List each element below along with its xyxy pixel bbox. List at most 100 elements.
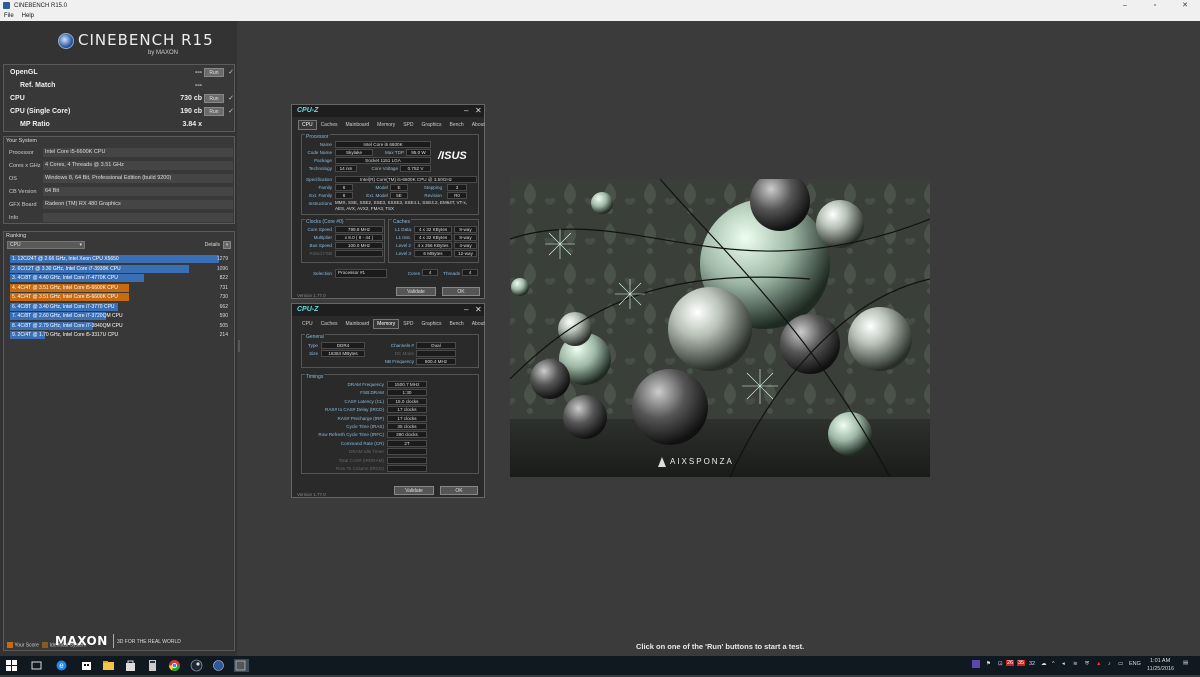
tray-flag-icon[interactable]: ⚑ (986, 661, 991, 667)
tab-caches[interactable]: Caches (317, 319, 342, 329)
field-value: 8-way (454, 234, 477, 241)
ranking-score: 505 (219, 322, 228, 329)
steam-icon[interactable] (190, 659, 203, 672)
field-value (335, 250, 383, 257)
tray-badge-1[interactable]: 26 (1006, 660, 1015, 666)
tab-memory[interactable]: Memory (373, 120, 399, 130)
tab-mainboard[interactable]: Mainboard (342, 319, 374, 329)
details-toggle-icon[interactable]: » (223, 241, 231, 249)
cpuz-cpu-window: CPU-Z – ✕ CPU Caches Mainboard Memory SP… (291, 104, 485, 299)
field-value: Intel(R) Core(TM) i5-6600K CPU @ 3.50GHz (335, 176, 477, 183)
ranking-row[interactable]: 9. 2C/4T @ 1.70 GHz, Intel Core i5-3317U… (10, 331, 200, 339)
run-cpu-button[interactable]: Run (204, 94, 224, 103)
tray-speaker-icon[interactable]: ♪ (1108, 661, 1111, 667)
close-button[interactable]: ✕ (1170, 0, 1200, 11)
tab-bench[interactable]: Bench (446, 319, 468, 329)
clocks-group-label: Clocks (Core #0) (305, 219, 345, 225)
windows-start-icon[interactable] (5, 659, 18, 672)
tray-battery-icon[interactable]: ▭ (1118, 661, 1123, 667)
tab-about[interactable]: About (468, 120, 489, 130)
chrome-icon[interactable] (168, 659, 181, 672)
tab-graphics[interactable]: Graphics (418, 120, 446, 130)
cpuz-close-button[interactable]: ✕ (475, 106, 482, 115)
system-value: Radeon (TM) RX 480 Graphics (43, 200, 233, 209)
tray-network-icon[interactable]: ⊡ (998, 661, 1003, 667)
cinebench-icon[interactable] (212, 659, 225, 672)
tab-spd[interactable]: SPD (399, 319, 417, 329)
tab-memory[interactable]: Memory (373, 319, 400, 329)
tray-wifi-icon[interactable]: ≋ (1073, 661, 1078, 667)
explorer-icon[interactable] (102, 659, 115, 672)
maximize-button[interactable]: ▫ (1140, 0, 1170, 11)
ranking-row[interactable]: 4. 4C/4T @ 3.51 GHz, Intel Core i5-6600K… (10, 283, 200, 292)
run-cpu-single-button[interactable]: Run (204, 107, 224, 116)
tray-alert-icon[interactable]: ▲ (1096, 661, 1101, 667)
score-label: MP Ratio (20, 121, 50, 128)
field-value: 800.4 MHz (416, 358, 456, 365)
tray-badge-3[interactable]: 32 (1029, 661, 1035, 667)
details-label[interactable]: Details (205, 242, 220, 248)
field-key: Package (314, 158, 332, 163)
ranking-score: 1279 (216, 256, 228, 262)
tab-cpu[interactable]: CPU (298, 120, 317, 130)
tray-volume-icon[interactable]: ◂ (1062, 661, 1065, 667)
edge-icon[interactable]: e (55, 659, 68, 672)
tab-spd[interactable]: SPD (399, 120, 417, 130)
ranking-row[interactable]: 1. 12C/24T @ 2.66 GHz, Intel Xeon CPU X5… (10, 255, 219, 263)
validate-button[interactable]: Validate (396, 287, 436, 296)
tab-cpu[interactable]: CPU (298, 319, 317, 329)
run-opengl-button[interactable]: Run (204, 68, 224, 77)
store-bag-icon[interactable] (124, 659, 137, 672)
ranking-select[interactable]: CPU ▾ (7, 241, 85, 249)
action-center-icon[interactable]: ▤ (1183, 660, 1188, 666)
ranking-row[interactable]: 2. 6C/12T @ 3.30 GHz, Intel Core i7-3930… (10, 264, 200, 273)
pane-splitter-handle[interactable] (238, 340, 240, 352)
ranking-row[interactable]: 6. 4C/8T @ 3.40 GHz, Intel Core i7-3770 … (10, 302, 200, 311)
validate-button[interactable]: Validate (394, 486, 434, 495)
menu-file[interactable]: File (4, 13, 14, 19)
score-opengl: OpenGL --- Run ✓ (10, 67, 236, 79)
clock-date[interactable]: 11/25/2016 (1147, 666, 1174, 672)
cpuz-minimize-button[interactable]: – (464, 305, 468, 314)
cpuz-icon[interactable] (234, 659, 249, 672)
tab-mainboard[interactable]: Mainboard (342, 120, 374, 130)
cpuz-minimize-button[interactable]: – (464, 106, 468, 115)
tab-about[interactable]: About (468, 319, 489, 329)
calculator-icon[interactable] (146, 659, 159, 672)
ok-button[interactable]: OK (440, 486, 478, 495)
tray-chevron-icon[interactable]: ^ (1052, 661, 1055, 667)
field-key: Model (375, 185, 388, 190)
menu-help[interactable]: Help (22, 13, 34, 19)
cpuz-close-button[interactable]: ✕ (475, 305, 482, 314)
processor-select[interactable]: Processor #1 (335, 269, 387, 278)
tray-shield-icon[interactable]: ⛨ (1085, 661, 1089, 668)
field-value: 4 x 32 KBytes (414, 226, 452, 233)
ok-button[interactable]: OK (442, 287, 480, 296)
cpuz-version: Version 1.77.0 (297, 492, 326, 497)
task-view-icon[interactable] (30, 659, 43, 672)
clock-time[interactable]: 1:01 AM (1150, 658, 1170, 664)
ranking-row[interactable]: 3. 4C/8T @ 4.40 GHz, Intel Core i7-4770K… (10, 274, 200, 282)
field-value: 95.0 W (406, 149, 431, 156)
tab-graphics[interactable]: Graphics (418, 319, 446, 329)
title-bar: CINEBENCH R15.0 – ▫ ✕ (0, 0, 1200, 11)
info-field[interactable] (43, 213, 233, 222)
field-key: Name (319, 142, 332, 147)
tab-bench[interactable]: Bench (446, 120, 468, 130)
store-icon[interactable] (80, 659, 93, 672)
cpuz-tabs: CPU Caches Mainboard Memory SPD Graphics… (298, 319, 489, 329)
tray-onedrive-icon[interactable]: ☁ (1041, 661, 1047, 667)
ranking-row[interactable]: 5. 4C/4T @ 3.51 GHz, Intel Core i5-6600K… (10, 293, 200, 301)
tab-caches[interactable]: Caches (317, 120, 342, 130)
timing-value: 17 clocks (387, 406, 427, 414)
tray-app-icon[interactable] (972, 660, 980, 668)
ranking-row[interactable]: 8. 4C/8T @ 2.79 GHz, Intel Core i7-3840Q… (10, 321, 200, 330)
field-key: Size (309, 351, 318, 356)
ranking-row[interactable]: 7. 4C/8T @ 2.60 GHz, Intel Core i7-3720Q… (10, 312, 200, 320)
system-value: 64 Bit (43, 187, 233, 196)
minimize-button[interactable]: – (1110, 0, 1140, 11)
language-indicator[interactable]: ENG (1129, 661, 1141, 667)
ranking-score: 214 (219, 332, 228, 338)
tray-badge-2[interactable]: 35 (1017, 660, 1026, 666)
field-key: Revision (424, 193, 442, 198)
